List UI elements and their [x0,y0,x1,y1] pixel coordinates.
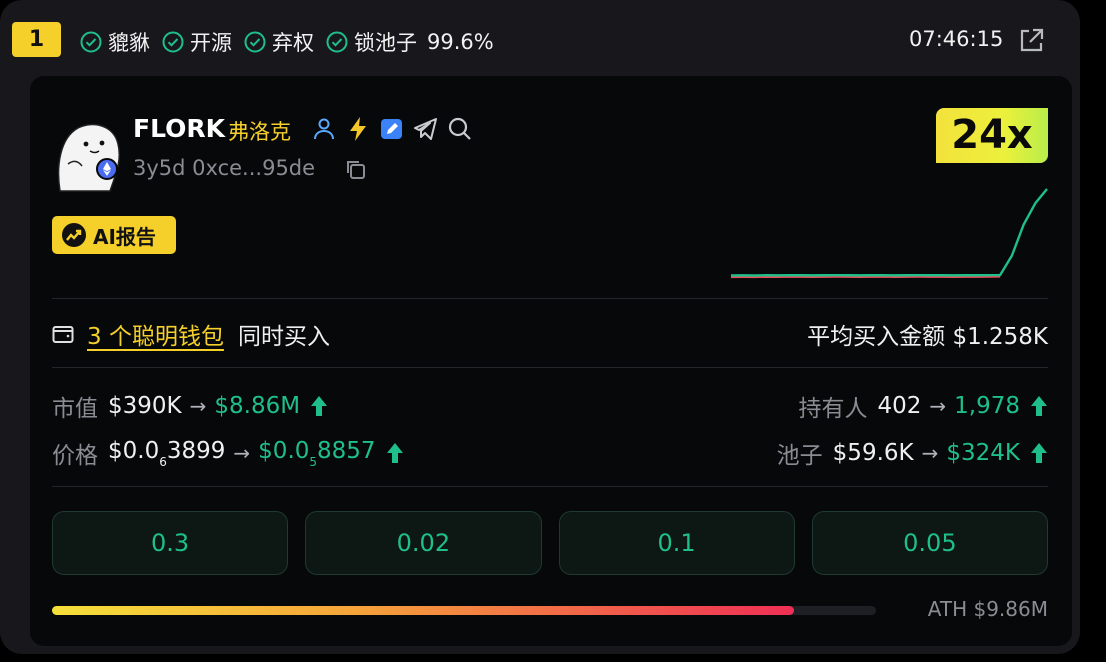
token-symbol: FLORK [133,114,225,143]
mcap-from: $390K [108,393,182,419]
holders-from: 402 [877,393,922,419]
wallet-icon [52,326,74,343]
check-circle-icon [80,31,102,53]
timestamp: 07:46:15 [909,27,1004,51]
price-sparkline [730,188,1048,279]
buy-button-2[interactable]: 0.1 [558,511,795,575]
sparkline-series-line [730,188,1048,277]
token-links [310,115,474,143]
buy-button-3[interactable]: 0.05 [811,511,1048,575]
holders-row: 持有人 402 → 1,978 [798,389,1048,423]
divider [52,486,1048,487]
chart-trend-icon [62,223,86,247]
lock-percentage: 99.6% [427,30,494,54]
avg-buy-value: $1.258K [952,324,1048,350]
arrow: → [189,394,207,418]
copy-icon[interactable] [344,158,366,180]
search-icon[interactable] [446,115,474,143]
smart-money-row: 3 个聪明钱包 同时买入 [52,317,330,351]
up-arrow-icon [311,396,328,416]
safety-tags: 貔貅 开源 弃权 锁池子 99.6% [80,27,494,57]
tag-lp-locked: 锁池子 99.6% [326,27,494,57]
up-arrow-icon [386,443,403,463]
token-cn-name: 弗洛克 [228,120,291,144]
mcap-label: 市值 [52,396,98,422]
price-to: $0.058857 [258,438,375,469]
price-to-prefix: $0.0 [258,437,310,464]
pool-label: 池子 [776,443,823,469]
token-panel: FLORK 弗洛克 3y5d 0xce...95de 24x AI报告 3 个聪… [30,76,1072,646]
avg-buy-amount: 平均买入金额 $1.258K [807,317,1048,351]
rank-badge: 1 [12,22,61,57]
token-address[interactable]: 0xce...95de [192,156,315,180]
price-row: 价格 $0.063899 → $0.058857 [52,436,404,470]
up-arrow-icon [1031,443,1047,463]
tag-renounced: 弃权 [244,27,314,57]
multiplier-badge: 24x [936,108,1048,163]
buy-button-1[interactable]: 0.02 [305,511,542,575]
ai-report-button[interactable]: AI报告 [52,216,176,254]
external-link-icon[interactable] [1018,27,1045,54]
holders-to: 1,978 [954,393,1020,419]
arrow: → [929,394,947,418]
pool-row: 池子 $59.6K → $324K [777,436,1048,470]
divider [52,298,1048,299]
tag-honeypot: 貔貅 [80,27,150,57]
price-from-digits: 3899 [166,437,226,464]
check-circle-icon [162,31,184,53]
check-circle-icon [244,31,266,53]
holders-label: 持有人 [798,396,868,422]
user-icon[interactable] [310,115,338,143]
price-from: $0.063899 [108,438,225,469]
tag-label: 貔貅 [108,31,150,55]
market-cap-row: 市值 $390K → $8.86M [52,389,328,423]
ath-label: ATH $9.86M [927,597,1048,621]
divider [52,367,1048,368]
arrow: → [233,441,251,465]
price-label: 价格 [52,443,98,469]
avg-buy-label: 平均买入金额 [807,324,946,350]
quick-buy-buttons: 0.3 0.02 0.1 0.05 [52,511,1048,575]
token-avatar[interactable] [52,116,128,196]
mcap-to: $8.86M [214,393,301,419]
buy-button-0[interactable]: 0.3 [52,511,289,575]
ethereum-icon [96,158,118,180]
pool-from: $59.6K [832,440,914,466]
price-from-zero-count: 6 [159,454,167,469]
price-to-zero-count: 5 [309,454,318,469]
price-from-prefix: $0.0 [108,437,160,464]
ai-report-label: AI报告 [93,224,156,249]
arrow: → [921,441,939,465]
tag-label: 开源 [190,31,232,55]
check-circle-icon [326,31,348,53]
tag-open-source: 开源 [162,27,232,57]
smart-wallets-link[interactable]: 3 个聪明钱包 [87,317,224,351]
smart-buy-text: 同时买入 [237,324,330,350]
up-arrow-icon [1031,396,1047,416]
card-header: 1 貔貅 开源 弃权 锁池子 99.6% 07:46:15 [0,0,1080,76]
pool-to: $324K [946,440,1020,466]
tag-label: 锁池子 [354,31,417,55]
token-meta: 3y5d 0xce...95de [133,156,315,180]
token-card: 1 貔貅 开源 弃权 锁池子 99.6% 07:46:15 FLORK 弗洛克 … [0,0,1080,654]
price-to-digits: 8857 [317,437,376,464]
lightning-icon[interactable] [344,115,372,143]
edit-icon[interactable] [378,115,406,143]
ath-progress-fill [52,606,794,615]
tag-label: 弃权 [272,31,314,55]
telegram-icon[interactable] [412,115,440,143]
token-age: 3y5d [133,156,186,180]
ath-progress-bar [52,606,876,615]
